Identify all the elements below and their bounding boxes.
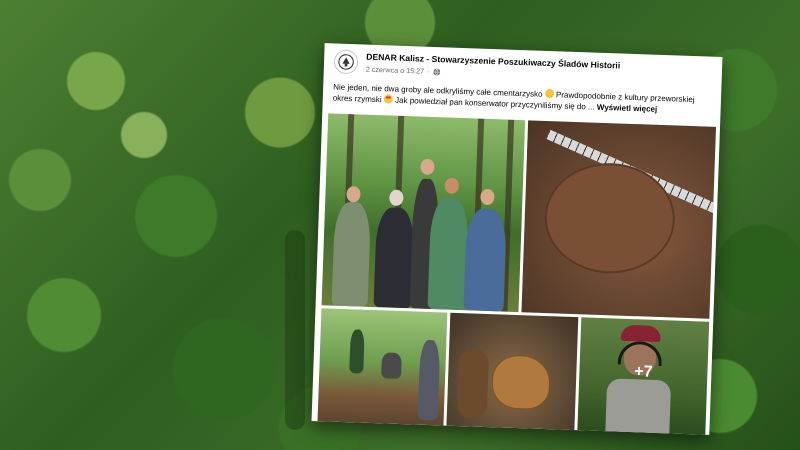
page-avatar[interactable] (333, 49, 359, 75)
forest-path (285, 230, 305, 430)
heart-eyes-emoji-icon (383, 94, 394, 104)
globe-icon (433, 68, 440, 75)
artifact-vessel-dark (456, 348, 490, 420)
photo-group-of-men[interactable] (321, 113, 526, 313)
see-more-link[interactable]: Wyświetl więcej (597, 103, 658, 114)
post-meta: 2 czerwca o 15:27 · (366, 65, 441, 77)
smiling-face-emoji-icon (544, 88, 554, 99)
artifact-vessel (491, 354, 551, 411)
photo-artifacts[interactable] (446, 312, 579, 431)
meta-separator: · (426, 66, 430, 76)
society-logo-icon (338, 54, 354, 70)
facebook-post-card: DENAR Kalisz - Stowarzyszenie Poszukiwac… (311, 43, 723, 435)
photo-forest-digging[interactable] (317, 308, 448, 426)
post-date[interactable]: 2 czerwca o 15:27 (366, 65, 425, 76)
photo-excavation-pit[interactable] (521, 120, 717, 319)
photo-man-with-cap[interactable]: +7 (577, 317, 710, 435)
